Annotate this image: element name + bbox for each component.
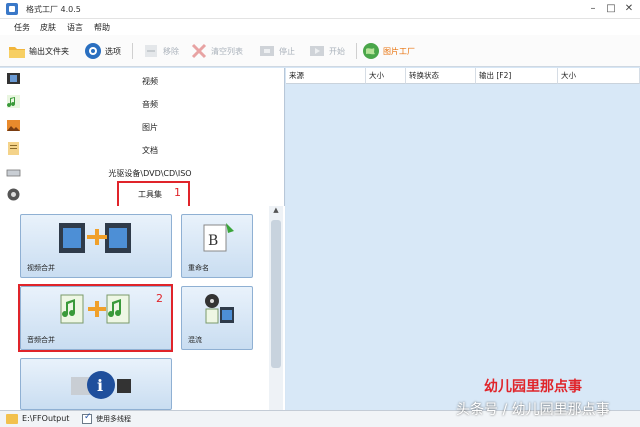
multithread-label: 使用多线程 [96, 415, 131, 423]
category-dvd[interactable]: 光驱设备\DVD\CD\ISO [30, 168, 270, 179]
col-size[interactable]: 大小 [366, 68, 406, 84]
picture-factory-button[interactable]: 图片工厂 [362, 40, 415, 62]
maximize-icon[interactable]: □ [603, 2, 619, 16]
tools-scrollbar[interactable]: ▲ [269, 206, 283, 410]
category-video[interactable]: 视频 [30, 76, 270, 87]
close-icon[interactable]: ✕ [621, 2, 637, 16]
tools-icon[interactable] [6, 187, 21, 202]
folder-icon [8, 42, 26, 60]
category-audio[interactable]: 音频 [30, 99, 270, 110]
col-source[interactable]: 来源 [286, 68, 366, 84]
rename-icon: B [203, 223, 234, 252]
app-icon [6, 3, 18, 15]
watermark: 头条号 / 幼儿园里那点事 [456, 402, 610, 418]
tools-grid: 视频合并 B 重命名 音频合并 2 混流 i [0, 206, 285, 410]
document-icon[interactable] [6, 141, 21, 156]
menu-task[interactable]: 任务 [14, 22, 30, 33]
category-document[interactable]: 文档 [30, 145, 270, 156]
title-bar: 格式工厂 4.0.5 – □ ✕ [0, 0, 640, 19]
gear-icon [84, 42, 102, 60]
col-output[interactable]: 输出 [F2] [476, 68, 558, 84]
clear-x-icon [190, 42, 208, 60]
audio-icon[interactable] [6, 94, 21, 109]
menu-bar: 任务 皮肤 语言 帮助 [0, 19, 640, 35]
category-image[interactable]: 图片 [30, 122, 270, 133]
options-button[interactable]: 选项 [84, 40, 121, 62]
brand-overlay: 幼儿园里那点事 [484, 379, 582, 395]
remove-icon [142, 42, 160, 60]
col-output-size[interactable]: 大小 [558, 68, 640, 84]
mix-tile[interactable]: 混流 [181, 286, 253, 350]
globe-icon [362, 42, 380, 60]
video-merge-icon [59, 223, 131, 253]
col-status[interactable]: 转换状态 [406, 68, 476, 84]
rename-tile[interactable]: B 重命名 [181, 214, 253, 278]
audio-merge-highlight-box [18, 284, 173, 352]
left-panel: 视频 音频 图片 文档 光驱设备\DVD\CD\ISO 工具集 1 视频合并 B… [0, 68, 285, 410]
toolbar: 输出文件夹 选项 移除 清空列表 停止 开始 图片工厂 [0, 35, 640, 67]
video-merge-tile[interactable]: 视频合并 [20, 214, 172, 278]
annotation-2: 2 [156, 292, 163, 305]
output-folder-icon[interactable] [6, 414, 18, 424]
annotation-1: 1 [174, 186, 181, 199]
svg-text:B: B [208, 233, 218, 249]
dvd-drive-icon[interactable] [6, 165, 21, 180]
info-icon: i [71, 371, 131, 399]
multithread-checkbox[interactable] [82, 412, 92, 424]
menu-language[interactable]: 语言 [67, 22, 83, 33]
scroll-thumb[interactable] [271, 220, 281, 368]
task-list: 来源 大小 转换状态 输出 [F2] 大小 [286, 68, 640, 410]
menu-skin[interactable]: 皮肤 [40, 22, 56, 33]
clear-list-button[interactable]: 清空列表 [190, 40, 243, 62]
image-icon[interactable] [6, 118, 21, 133]
film-reel-icon [205, 294, 234, 324]
menu-help[interactable]: 帮助 [94, 22, 110, 33]
stop-button[interactable]: 停止 [258, 40, 295, 62]
media-info-tile[interactable]: i [20, 358, 172, 410]
remove-button[interactable]: 移除 [142, 40, 179, 62]
start-button[interactable]: 开始 [308, 40, 345, 62]
minimize-icon[interactable]: – [585, 2, 601, 16]
output-path[interactable]: E:\FFOutput [22, 414, 69, 423]
video-icon[interactable] [6, 71, 21, 86]
window-title: 格式工厂 4.0.5 [26, 5, 81, 14]
svg-text:i: i [97, 376, 103, 395]
stop-icon [258, 42, 276, 60]
play-icon [308, 42, 326, 60]
output-folder-button[interactable]: 输出文件夹 [8, 40, 69, 62]
scroll-up-icon[interactable]: ▲ [269, 206, 283, 218]
